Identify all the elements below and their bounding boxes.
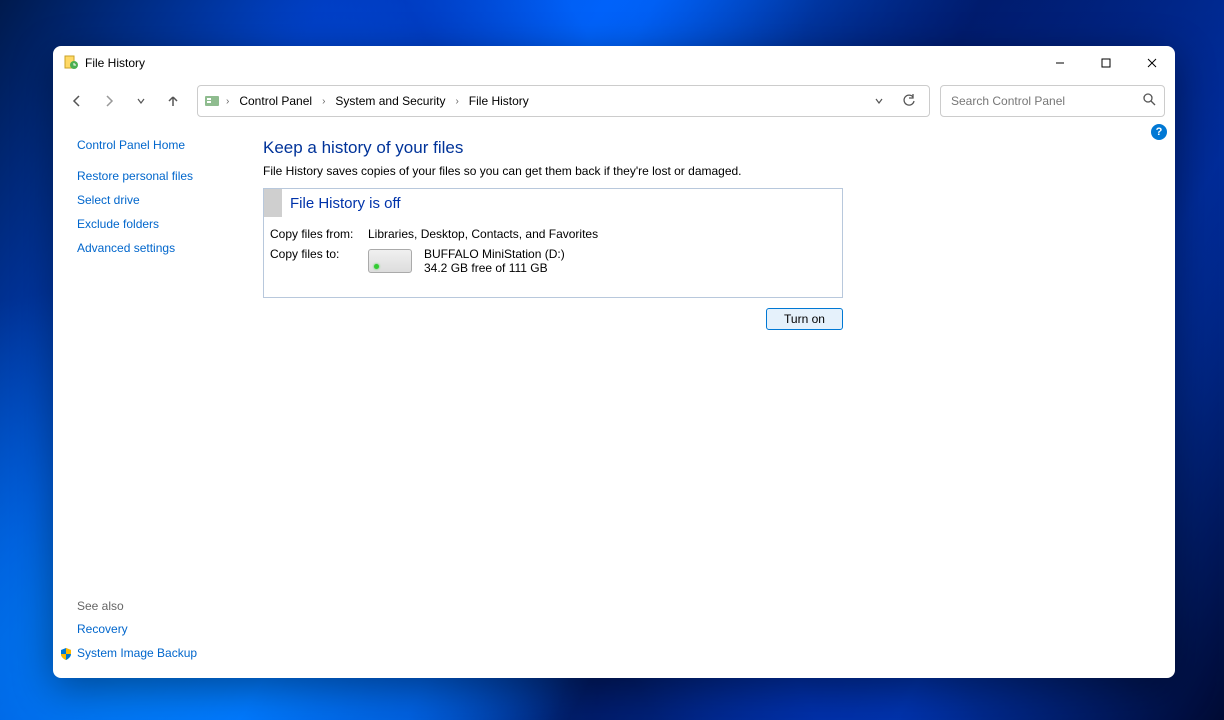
- forward-button[interactable]: [95, 87, 123, 115]
- main-panel: ? Keep a history of your files File Hist…: [263, 122, 1175, 678]
- copy-from-label: Copy files from:: [270, 227, 368, 241]
- address-dropdown[interactable]: [865, 87, 893, 115]
- help-icon[interactable]: ?: [1151, 124, 1167, 140]
- window: File History › Control Panel › System an…: [53, 46, 1175, 678]
- up-button[interactable]: [159, 87, 187, 115]
- see-also-header: See also: [77, 593, 263, 617]
- chevron-right-icon: ›: [320, 96, 327, 107]
- sidebar-link-select-drive[interactable]: Select drive: [77, 188, 263, 212]
- copy-from-value: Libraries, Desktop, Contacts, and Favori…: [368, 227, 598, 241]
- breadcrumb-item[interactable]: Control Panel: [235, 92, 316, 110]
- drive-space: 34.2 GB free of 111 GB: [424, 261, 565, 275]
- back-button[interactable]: [63, 87, 91, 115]
- minimize-button[interactable]: [1037, 46, 1083, 80]
- status-indicator: [264, 189, 282, 217]
- address-bar[interactable]: › Control Panel › System and Security › …: [197, 85, 930, 117]
- chevron-right-icon: ›: [453, 96, 460, 107]
- drive-name: BUFFALO MiniStation (D:): [424, 247, 565, 261]
- copy-to-label: Copy files to:: [270, 247, 368, 275]
- refresh-button[interactable]: [895, 87, 923, 115]
- history-dropdown[interactable]: [127, 87, 155, 115]
- breadcrumb-item[interactable]: System and Security: [331, 92, 449, 110]
- shield-icon: [59, 647, 73, 661]
- see-also-system-image-backup[interactable]: System Image Backup: [59, 641, 263, 666]
- close-button[interactable]: [1129, 46, 1175, 80]
- drive-icon: [368, 249, 412, 273]
- page-title: Keep a history of your files: [263, 138, 1159, 158]
- app-icon: [63, 55, 79, 71]
- window-title: File History: [85, 56, 145, 70]
- control-panel-home-link[interactable]: Control Panel Home: [77, 134, 263, 164]
- search-box[interactable]: [940, 85, 1165, 117]
- sidebar-link-restore[interactable]: Restore personal files: [77, 164, 263, 188]
- chevron-right-icon: ›: [224, 96, 231, 107]
- content-area: Control Panel Home Restore personal file…: [53, 122, 1175, 678]
- control-panel-icon: [204, 93, 220, 109]
- status-header: File History is off: [264, 189, 842, 217]
- maximize-button[interactable]: [1083, 46, 1129, 80]
- status-text: File History is off: [282, 195, 401, 212]
- see-also-label: System Image Backup: [77, 646, 197, 660]
- see-also-recovery[interactable]: Recovery: [77, 617, 263, 641]
- titlebar: File History: [53, 46, 1175, 80]
- window-controls: [1037, 46, 1175, 80]
- page-description: File History saves copies of your files …: [263, 164, 1159, 178]
- search-icon: [1143, 93, 1156, 109]
- sidebar: Control Panel Home Restore personal file…: [53, 122, 263, 678]
- breadcrumb-item[interactable]: File History: [465, 92, 533, 110]
- sidebar-link-exclude[interactable]: Exclude folders: [77, 212, 263, 236]
- search-input[interactable]: [949, 93, 1143, 109]
- status-panel: File History is off Copy files from: Lib…: [263, 188, 843, 298]
- turn-on-button[interactable]: Turn on: [766, 308, 843, 330]
- toolbar: › Control Panel › System and Security › …: [53, 80, 1175, 122]
- sidebar-link-advanced[interactable]: Advanced settings: [77, 236, 263, 260]
